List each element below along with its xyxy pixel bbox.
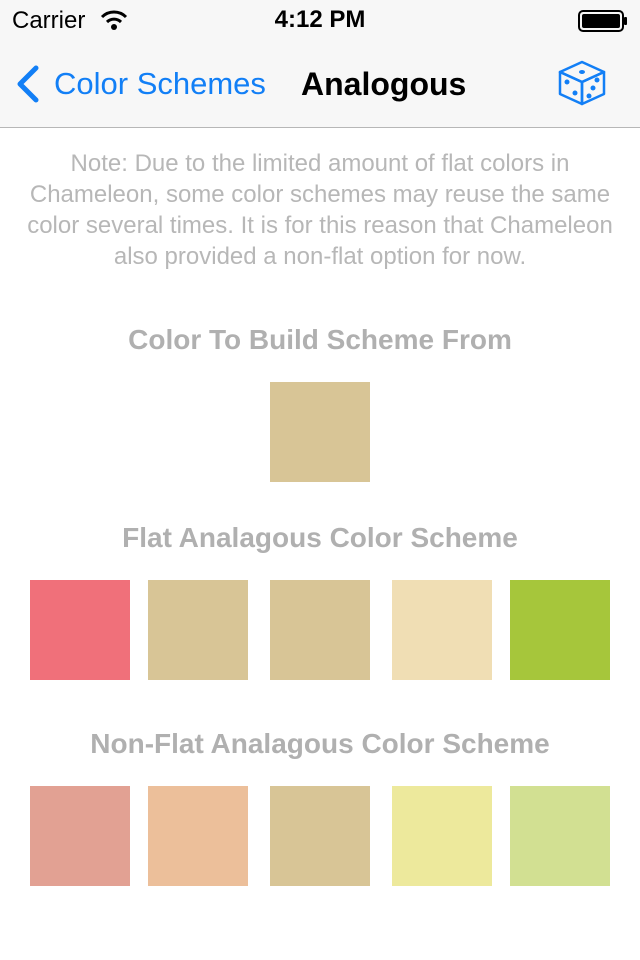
base-color-swatch[interactable]: [270, 382, 370, 482]
nonflat-swatch-5[interactable]: [510, 786, 610, 886]
note-text: Note: Due to the limited amount of flat …: [27, 150, 613, 270]
page-title: Analogous: [301, 66, 467, 102]
back-button[interactable]: Color Schemes: [14, 62, 266, 106]
flat-scheme-title: Flat Analagous Color Scheme: [122, 522, 518, 553]
navigation-bar: Color Schemes Analogous: [0, 40, 640, 128]
nonflat-swatch-3[interactable]: [270, 786, 370, 886]
back-button-label: Color Schemes: [54, 66, 266, 101]
flat-swatch-4[interactable]: [392, 580, 492, 680]
chevron-left-icon: [17, 65, 39, 103]
nonflat-swatch-4[interactable]: [392, 786, 492, 886]
nonflat-scheme-title: Non-Flat Analagous Color Scheme: [90, 728, 550, 759]
flat-swatch-5[interactable]: [510, 580, 610, 680]
dice-icon[interactable]: [556, 56, 608, 108]
flat-swatch-1[interactable]: [30, 580, 130, 680]
status-bar: Carrier 4:12 PM: [0, 0, 640, 40]
battery-icon: [578, 10, 627, 32]
flat-swatch-2[interactable]: [148, 580, 248, 680]
nonflat-swatch-2[interactable]: [148, 786, 248, 886]
nonflat-swatch-1[interactable]: [30, 786, 130, 886]
flat-swatch-3[interactable]: [270, 580, 370, 680]
status-time: 4:12 PM: [274, 6, 366, 33]
base-color-title: Color To Build Scheme From: [128, 324, 512, 355]
